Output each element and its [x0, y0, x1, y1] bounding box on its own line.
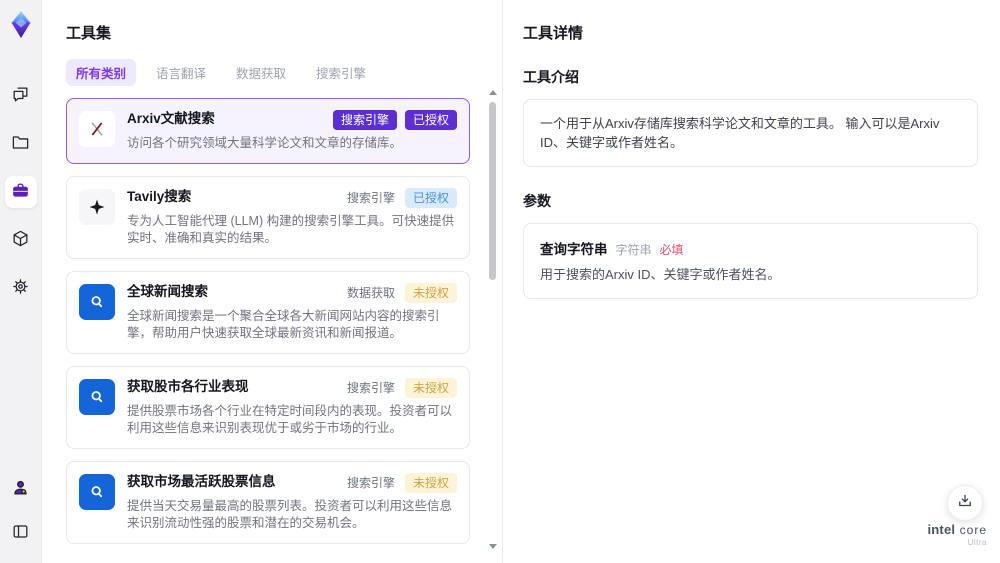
tool-description: 全球新闻搜索是一个聚合全球各大新闻网站内容的搜索引擎，帮助用户快速获取全球最新资… [127, 309, 440, 340]
scroll-up-icon[interactable] [489, 90, 497, 95]
tool-card-active-stocks[interactable]: 获取市场最活跃股票信息 搜索引擎 未授权 提供当天交易量最高的股票列表。投资者可… [66, 461, 470, 544]
scrollbar-thumb[interactable] [489, 102, 496, 280]
intro-heading: 工具介绍 [523, 69, 579, 85]
tool-description: 专为人工智能代理 (LLM) 构建的搜索引擎工具。可快速提供实时、准确和真实的结… [127, 214, 455, 245]
cube-icon [11, 229, 30, 251]
toolset-panel: 工具集 所有类别 语言翻译 数据获取 搜索引擎 Arxiv文献搜索 搜索引擎 已… [42, 0, 502, 563]
param-type: 字符串 [615, 243, 652, 257]
params-heading: 参数 [523, 193, 551, 209]
category-badge: 搜索引擎 [332, 110, 397, 130]
auth-badge: 已授权 [404, 110, 457, 130]
category-badge: 搜索引擎 [346, 191, 395, 205]
stock-search-logo-icon [79, 379, 115, 415]
tool-description: 访问各个研究领域大量科学论文和文章的存储库。 [127, 136, 403, 150]
arxiv-logo-icon [79, 111, 115, 147]
panel-collapse-icon [11, 522, 30, 544]
ultra-wordmark: Ultra [967, 538, 987, 547]
intel-core-logo: intel core Ultra [927, 522, 987, 549]
sidebar-item-tools[interactable] [4, 176, 37, 208]
intro-box: 一个用于从Arxiv存储库搜索科学论文和文章的工具。 输入可以是Arxiv ID… [523, 99, 978, 167]
sidebar-item-files[interactable] [5, 128, 37, 160]
category-badge: 搜索引擎 [346, 381, 395, 395]
auth-badge: 已授权 [404, 188, 457, 208]
param-box: 查询字符串 字符串 必填 用于搜索的Arxiv ID、关键字或作者姓名。 [523, 223, 978, 299]
tool-list-scrollbar [488, 90, 497, 549]
tab-data-fetch[interactable]: 数据获取 [226, 59, 296, 86]
tool-card-global-news[interactable]: 全球新闻搜索 数据获取 未授权 全球新闻搜索是一个聚合全球各大新闻网站内容的搜索… [66, 271, 470, 354]
app-window: 工具集 所有类别 语言翻译 数据获取 搜索引擎 Arxiv文献搜索 搜索引擎 已… [0, 0, 1000, 563]
scroll-down-icon[interactable] [489, 544, 497, 549]
stock-search-logo-icon [79, 474, 115, 510]
tool-name: 获取市场最活跃股票信息 [127, 474, 276, 489]
intel-wordmark: intel [927, 522, 956, 537]
download-button[interactable] [947, 485, 983, 521]
tool-name: Tavily搜索 [127, 189, 192, 204]
tavily-logo-icon [79, 189, 115, 225]
tool-card-tavily[interactable]: Tavily搜索 搜索引擎 已授权 专为人工智能代理 (LLM) 构建的搜索引擎… [66, 176, 470, 259]
sidebar-item-settings[interactable] [5, 272, 37, 304]
tool-list: Arxiv文献搜索 搜索引擎 已授权 访问各个研究领域大量科学论文和文章的存储库… [66, 98, 482, 556]
sidebar-item-collapse[interactable] [5, 517, 37, 549]
page-title: 工具集 [66, 25, 112, 42]
sidebar-item-models[interactable] [5, 224, 37, 256]
param-required-badge: 必填 [659, 243, 684, 257]
auth-badge: 未授权 [404, 378, 457, 398]
param-name: 查询字符串 [540, 242, 608, 257]
app-logo-icon[interactable] [6, 8, 36, 42]
tab-search-engine[interactable]: 搜索引擎 [306, 59, 376, 86]
tab-translation[interactable]: 语言翻译 [146, 59, 216, 86]
tool-card-arxiv[interactable]: Arxiv文献搜索 搜索引擎 已授权 访问各个研究领域大量科学论文和文章的存储库… [66, 98, 470, 164]
param-description: 用于搜索的Arxiv ID、关键字或作者姓名。 [540, 267, 781, 282]
tool-description: 提供当天交易量最高的股票列表。投资者可以利用这些信息来识别流动性强的股票和潜在的… [127, 499, 453, 530]
tab-all-categories[interactable]: 所有类别 [66, 59, 137, 86]
download-icon [956, 492, 974, 515]
category-badge: 搜索引擎 [346, 476, 395, 490]
tool-card-sector-performance[interactable]: 获取股市各行业表现 搜索引擎 未授权 提供股票市场各个行业在特定时间段内的表现。… [66, 366, 470, 449]
category-badge: 数据获取 [346, 286, 395, 300]
sidebar-bottom [5, 473, 37, 563]
tool-description: 提供股票市场各个行业在特定时间段内的表现。投资者可以利用这些信息来识别表现优于或… [127, 404, 453, 435]
tool-name: 获取股市各行业表现 [127, 379, 249, 394]
core-wordmark: core [959, 523, 987, 537]
intro-text: 一个用于从Arxiv存储库搜索科学论文和文章的工具。 输入可以是Arxiv ID… [540, 116, 940, 150]
sidebar [0, 0, 42, 563]
news-search-logo-icon [79, 284, 115, 320]
sidebar-item-chat[interactable] [5, 80, 37, 112]
gear-icon [11, 277, 30, 299]
folder-icon [11, 133, 30, 155]
briefcase-icon [11, 181, 30, 203]
tool-name: Arxiv文献搜索 [127, 111, 215, 126]
auth-badge: 未授权 [404, 283, 457, 303]
user-avatar-icon [11, 478, 30, 500]
tool-details-panel: 工具详情 工具介绍 一个用于从Arxiv存储库搜索科学论文和文章的工具。 输入可… [502, 0, 1000, 563]
sidebar-item-user[interactable] [5, 473, 37, 505]
chat-icon [11, 85, 30, 107]
sidebar-nav [4, 80, 37, 304]
auth-badge: 未授权 [404, 473, 457, 493]
details-title: 工具详情 [523, 25, 584, 42]
category-tabs: 所有类别 语言翻译 数据获取 搜索引擎 [66, 59, 482, 86]
tool-name: 全球新闻搜索 [127, 284, 208, 299]
